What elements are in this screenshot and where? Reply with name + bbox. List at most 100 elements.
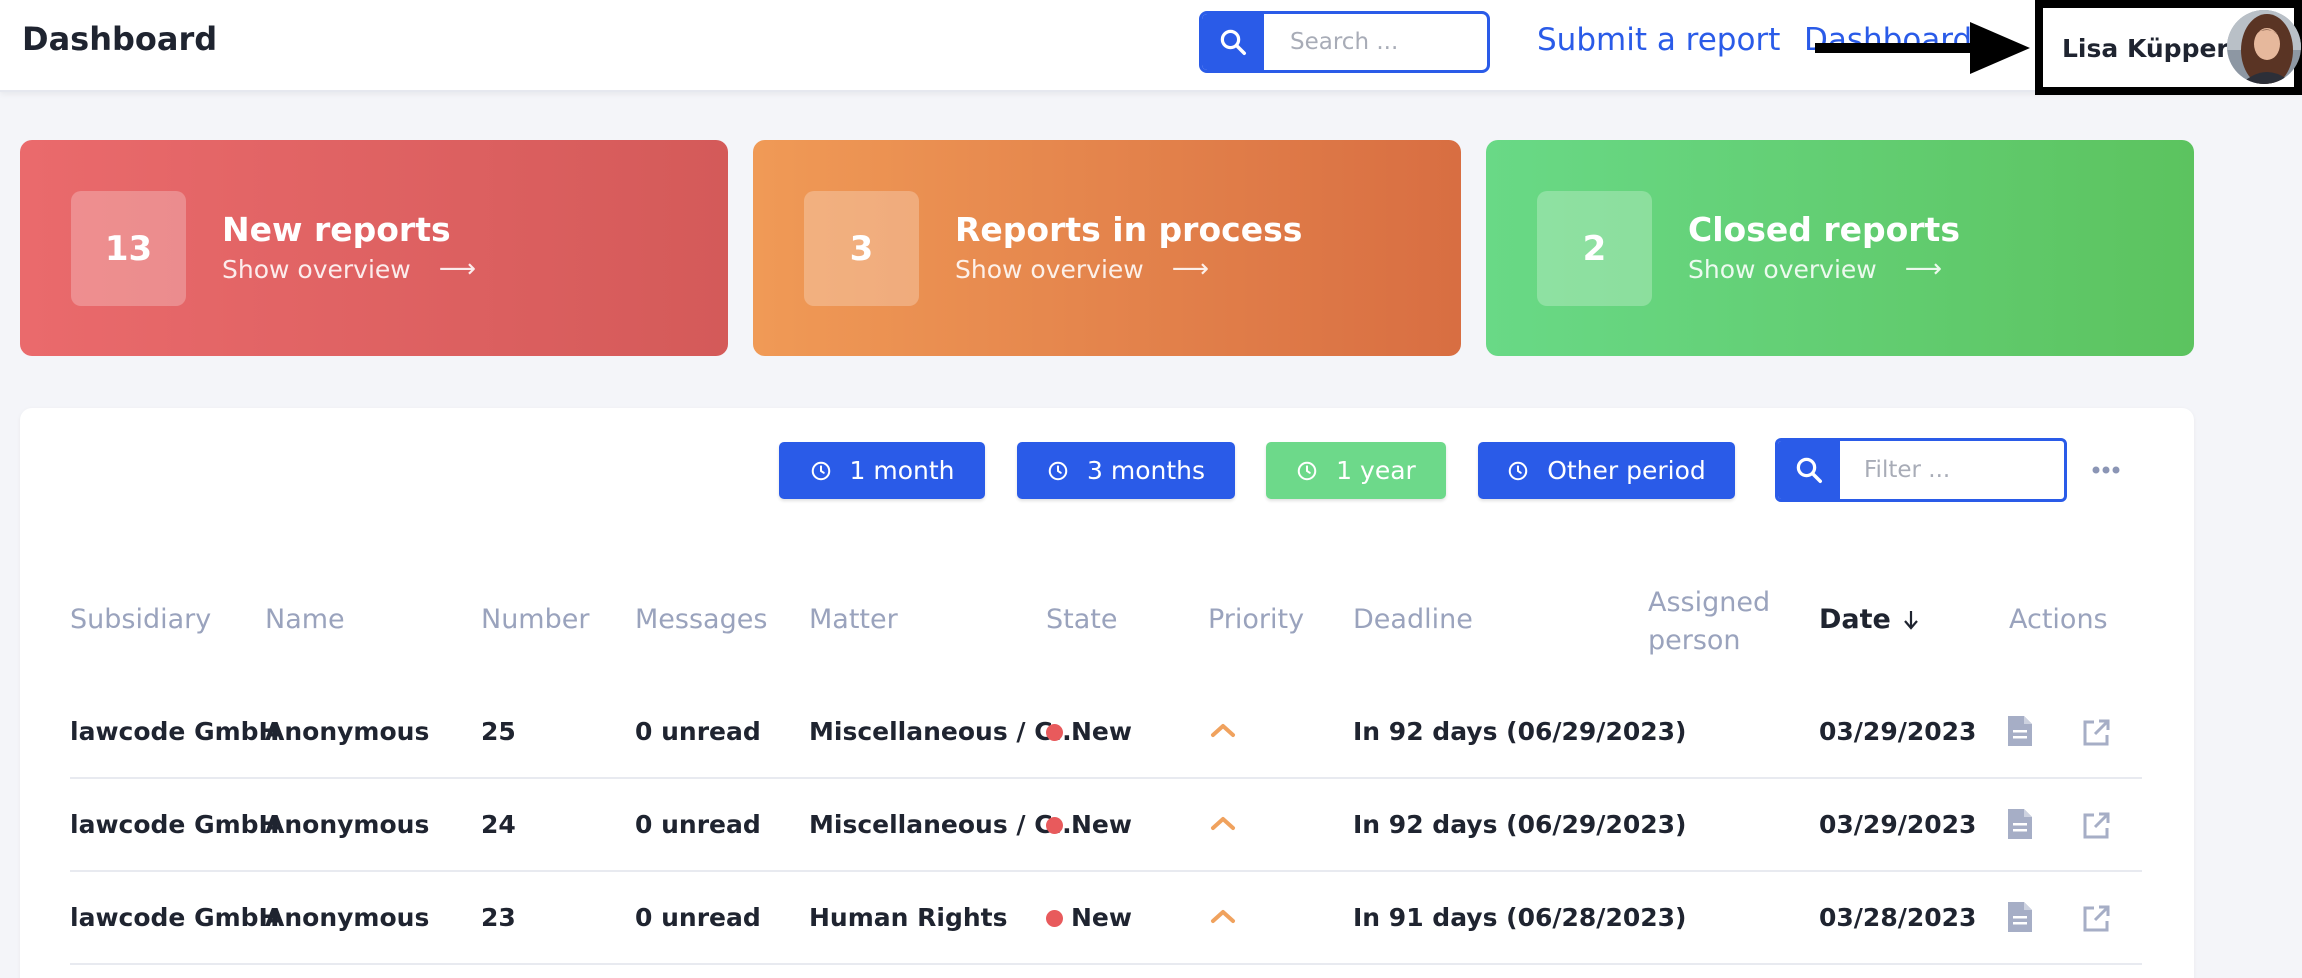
arrow-down-sort-icon	[1904, 610, 1918, 630]
user-avatar-icon	[2227, 10, 2301, 84]
period-button-1-month[interactable]: 1 month	[779, 442, 985, 499]
column-header-number[interactable]: Number	[481, 604, 589, 635]
cell-number: 23	[481, 903, 516, 932]
card-count: 2	[1537, 191, 1652, 306]
cell-date: 03/29/2023	[1819, 717, 1977, 746]
search-input[interactable]	[1264, 14, 1487, 70]
column-header-messages[interactable]: Messages	[635, 604, 767, 635]
filter-input[interactable]	[1840, 441, 2064, 499]
search-icon	[1796, 457, 1822, 483]
cell-state: New	[1046, 903, 1132, 932]
cell-state: New	[1046, 810, 1132, 839]
cell-deadline: In 92 days (06/29/2023)	[1353, 717, 1687, 746]
arrow-right-icon: ⟶	[1904, 254, 1943, 284]
cell-deadline: In 91 days (06/28/2023)	[1353, 903, 1687, 932]
card-title: Reports in process	[955, 210, 1303, 249]
document-icon[interactable]	[2005, 807, 2035, 841]
cell-messages: 0 unread	[635, 717, 761, 746]
priority-chevron-up-icon	[1211, 817, 1235, 830]
row-divider	[70, 963, 2142, 965]
period-label: Other period	[1547, 456, 1706, 485]
cell-number: 25	[481, 717, 516, 746]
document-icon[interactable]	[2005, 714, 2035, 748]
cell-date: 03/29/2023	[1819, 810, 1977, 839]
cell-subsidiary: lawcode GmbH	[70, 810, 280, 839]
cell-number: 24	[481, 810, 516, 839]
card-reports-in-process[interactable]: 3 Reports in process Show overview ⟶	[753, 140, 1461, 356]
user-menu[interactable]: Lisa Küppers	[2035, 0, 2302, 95]
open-external-icon[interactable]	[2081, 809, 2111, 843]
column-header-actions: Actions	[2009, 604, 2108, 635]
document-icon[interactable]	[2005, 900, 2035, 934]
state-dot-icon	[1046, 724, 1063, 741]
cell-date: 03/28/2023	[1819, 903, 1977, 932]
column-header-subsidiary[interactable]: Subsidiary	[70, 604, 211, 635]
column-header-assigned-person[interactable]: Assigned person	[1648, 584, 1818, 660]
top-bar: Dashboard Submit a report Dashboard	[0, 0, 2302, 92]
period-button-3-months[interactable]: 3 months	[1017, 442, 1235, 499]
cell-deadline: In 92 days (06/29/2023)	[1353, 810, 1687, 839]
card-closed-reports[interactable]: 2 Closed reports Show overview ⟶	[1486, 140, 2194, 356]
card-new-reports[interactable]: 13 New reports Show overview ⟶	[20, 140, 728, 356]
open-external-icon[interactable]	[2081, 716, 2111, 750]
clock-icon	[1297, 461, 1317, 480]
clock-icon	[1048, 461, 1068, 480]
search-button[interactable]	[1202, 14, 1264, 70]
cell-matter: Human Rights	[809, 903, 1008, 932]
card-count: 13	[71, 191, 186, 306]
period-label: 1 year	[1336, 456, 1416, 485]
card-title: New reports	[222, 210, 451, 249]
column-header-date[interactable]: Date	[1819, 604, 1921, 635]
filter-box	[1775, 438, 2067, 502]
state-dot-icon	[1046, 817, 1063, 834]
more-options-button[interactable]	[2088, 452, 2124, 488]
avatar[interactable]	[2227, 10, 2301, 84]
state-label: New	[1071, 810, 1132, 839]
row-divider	[70, 870, 2142, 872]
card-link-label: Show overview	[222, 254, 411, 284]
arrow-annotation-icon	[1815, 22, 2030, 74]
column-header-date-label: Date	[1819, 604, 1891, 635]
period-label: 1 month	[849, 456, 955, 485]
nav-submit-report[interactable]: Submit a report	[1537, 22, 1780, 58]
period-button-other[interactable]: Other period	[1478, 442, 1735, 499]
card-count: 3	[804, 191, 919, 306]
cell-state: New	[1046, 717, 1132, 746]
arrow-right-icon: ⟶	[438, 254, 477, 284]
state-dot-icon	[1046, 910, 1063, 927]
search-box	[1199, 11, 1490, 73]
cell-messages: 0 unread	[635, 903, 761, 932]
column-header-matter[interactable]: Matter	[809, 604, 898, 635]
card-link-label: Show overview	[1688, 254, 1877, 284]
card-title: Closed reports	[1688, 210, 1960, 249]
clock-icon	[811, 461, 830, 480]
card-show-overview-link[interactable]: Show overview ⟶	[1688, 254, 1942, 284]
period-button-1-year[interactable]: 1 year	[1266, 442, 1446, 499]
cell-matter: Miscellaneous / C...	[809, 717, 1082, 746]
priority-chevron-up-icon	[1211, 724, 1235, 737]
period-label: 3 months	[1086, 456, 1206, 485]
column-header-name[interactable]: Name	[265, 604, 345, 635]
cell-name: Anonymous	[265, 717, 430, 746]
card-show-overview-link[interactable]: Show overview ⟶	[222, 254, 476, 284]
cell-name: Anonymous	[265, 810, 430, 839]
card-link-label: Show overview	[955, 254, 1144, 284]
row-divider	[70, 777, 2142, 779]
state-label: New	[1071, 903, 1132, 932]
cell-subsidiary: lawcode GmbH	[70, 903, 280, 932]
cell-name: Anonymous	[265, 903, 430, 932]
cell-matter: Miscellaneous / C...	[809, 810, 1082, 839]
card-show-overview-link[interactable]: Show overview ⟶	[955, 254, 1209, 284]
column-header-priority[interactable]: Priority	[1208, 604, 1304, 635]
search-icon	[1220, 29, 1246, 55]
cell-subsidiary: lawcode GmbH	[70, 717, 280, 746]
priority-chevron-up-icon	[1211, 910, 1235, 923]
open-external-icon[interactable]	[2081, 902, 2111, 936]
arrow-right-icon: ⟶	[1171, 254, 1210, 284]
cell-messages: 0 unread	[635, 810, 761, 839]
clock-icon	[1508, 461, 1528, 480]
page-title: Dashboard	[22, 20, 218, 58]
filter-search-button[interactable]	[1778, 441, 1840, 499]
column-header-state[interactable]: State	[1046, 604, 1117, 635]
column-header-deadline[interactable]: Deadline	[1353, 604, 1473, 635]
